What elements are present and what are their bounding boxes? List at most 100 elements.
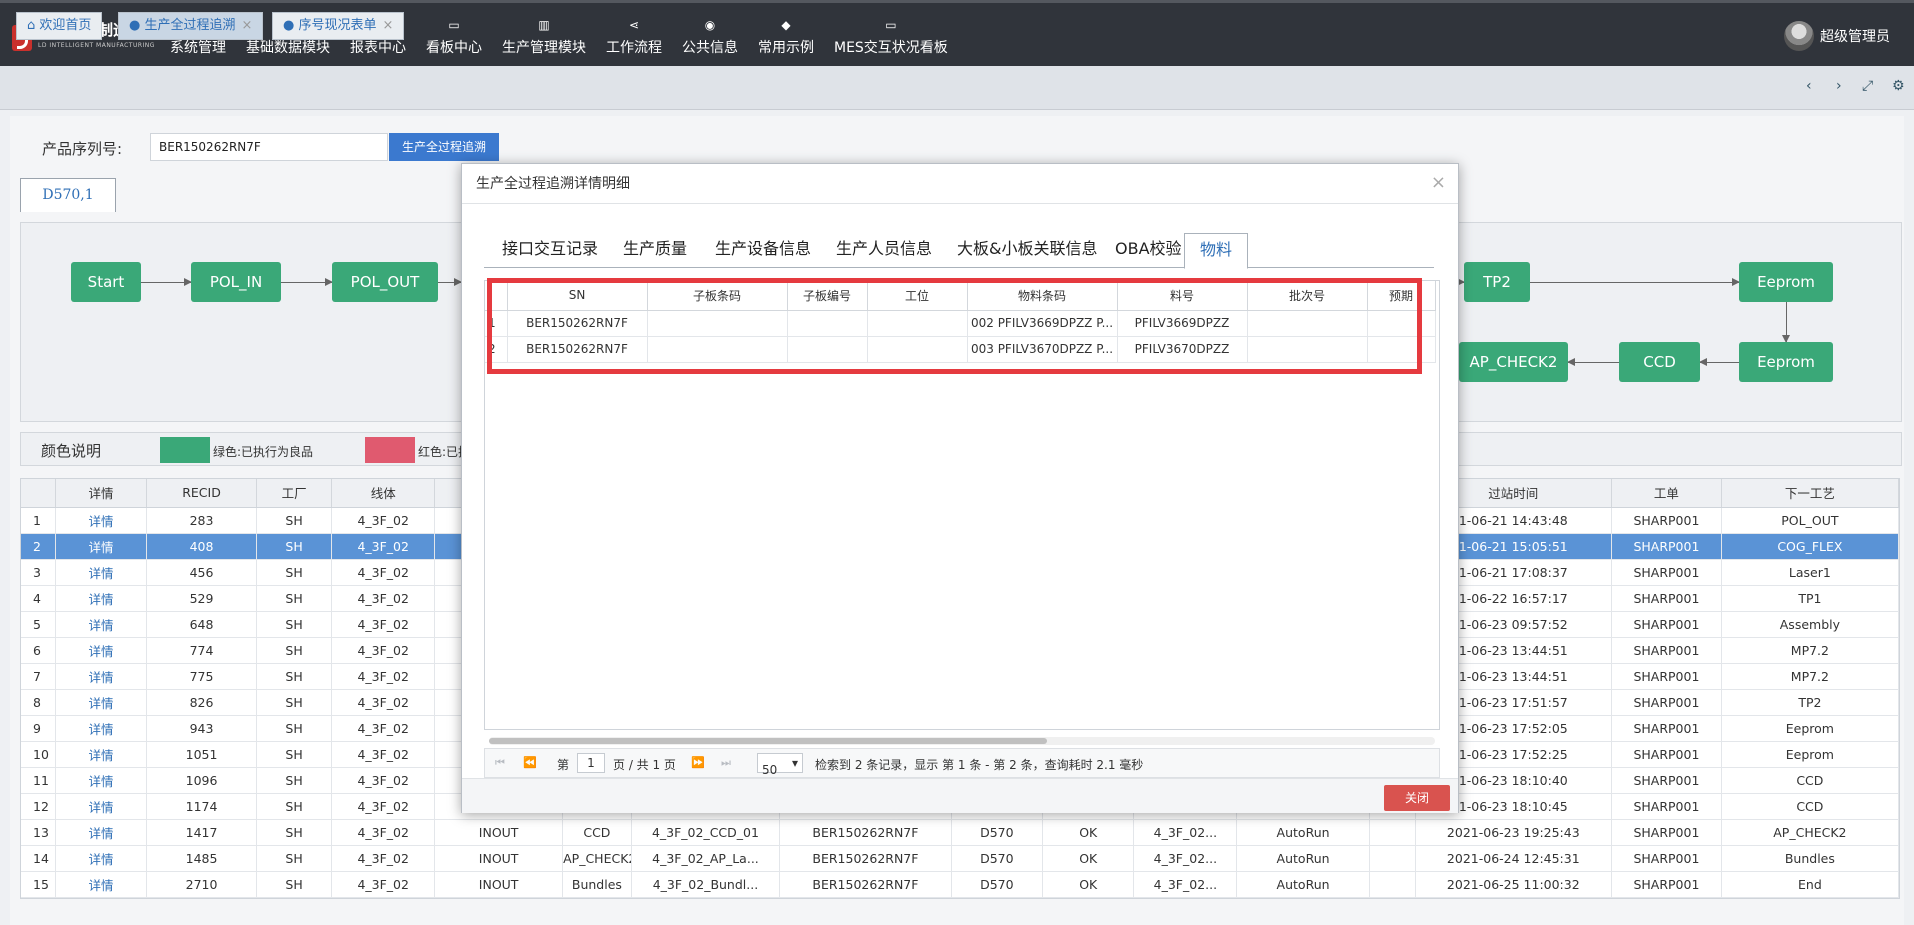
settings-gear-icon[interactable]: ⚙	[1892, 78, 1905, 94]
page-size-select[interactable]: 50 ▾	[757, 753, 803, 777]
tab-interface-records[interactable]: 接口交互记录	[502, 233, 598, 268]
table-cell: SH	[256, 715, 333, 742]
table-cell: 详情	[55, 585, 148, 612]
table-cell: SHARP001	[1611, 663, 1722, 690]
trace-button[interactable]: 生产全过程追溯	[389, 133, 499, 161]
table-cell: SH	[256, 637, 333, 664]
table-cell: 5	[21, 611, 56, 638]
tab-board-relation[interactable]: 大板&小板关联信息	[957, 233, 1097, 268]
table-cell: SH	[256, 507, 333, 534]
serial-number-input[interactable]: BER150262RN7F	[150, 133, 388, 161]
detail-link[interactable]: 详情	[88, 566, 113, 581]
tab-materials[interactable]: 物料	[1184, 233, 1248, 269]
next-page-icon[interactable]: ⏩	[691, 756, 705, 769]
table-row[interactable]: 15 详情 2710 SH 4_3F_02 INOUT Bundles 4_3F_02_Bun…	[21, 871, 1900, 898]
table-cell: 4_3F_02	[331, 663, 436, 690]
table-cell: 7	[21, 663, 56, 690]
detail-link[interactable]: 详情	[88, 670, 113, 685]
detail-link[interactable]: 详情	[88, 618, 113, 633]
table-cell: End	[1721, 871, 1900, 898]
table-cell: 4_3F_02	[331, 689, 436, 716]
detail-link[interactable]: 详情	[88, 592, 113, 607]
table-cell: Assembly	[1721, 611, 1900, 638]
detail-link[interactable]: 详情	[88, 644, 113, 659]
table-cell: SH	[256, 845, 333, 872]
detail-link[interactable]: 详情	[88, 514, 113, 529]
grid-column-header[interactable]: 下一工艺	[1721, 479, 1900, 508]
grid-column-header[interactable]: 工单	[1611, 479, 1722, 508]
table-cell: 4_3F_02	[331, 637, 436, 664]
detail-link[interactable]: 详情	[88, 722, 113, 737]
table-cell	[1369, 845, 1416, 872]
tab-equipment-info[interactable]: 生产设备信息	[715, 233, 811, 268]
legend-swatch-green	[160, 437, 210, 463]
detail-link[interactable]: 详情	[88, 878, 113, 893]
sub-tab-d570[interactable]: D570,1	[20, 178, 116, 212]
nav-item-production[interactable]: ▥ 生产管理模块	[492, 17, 596, 61]
table-row[interactable]: 14 详情 1485 SH 4_3F_02 INOUT AP_CHECK2 4_3F_02_A…	[21, 845, 1900, 872]
nav-item-public-info[interactable]: ◉ 公共信息	[672, 17, 748, 61]
dot-icon: ●	[283, 18, 295, 33]
table-cell: 2021-06-23 19:25:43	[1415, 819, 1613, 846]
close-tab-icon[interactable]: ×	[242, 18, 253, 33]
page-number-input[interactable]: 1	[577, 753, 605, 773]
tab-oba-check[interactable]: OBA校验	[1115, 233, 1182, 268]
table-cell: 2710	[146, 871, 257, 898]
table-cell: SHARP001	[1611, 559, 1722, 586]
scrollbar-thumb[interactable]	[489, 738, 1047, 744]
nav-item-workflow[interactable]: ⋖ 工作流程	[596, 17, 672, 61]
table-cell: 详情	[55, 819, 148, 846]
flow-arrow	[1530, 278, 1740, 286]
detail-link[interactable]: 详情	[88, 800, 113, 815]
table-row[interactable]: 13 详情 1417 SH 4_3F_02 INOUT CCD 4_3F_02_CCD_01 B…	[21, 819, 1900, 846]
table-cell: 6	[21, 637, 56, 664]
detail-link[interactable]: 详情	[88, 852, 113, 867]
bank-icon: ▥	[538, 18, 550, 32]
page-tab-home[interactable]: ⌂ 欢迎首页	[16, 12, 103, 40]
horizontal-scrollbar[interactable]	[489, 737, 1435, 745]
detail-link[interactable]: 详情	[88, 774, 113, 789]
grid-column-header[interactable]	[21, 479, 56, 508]
page-total: 页 / 共 1 页	[613, 758, 676, 772]
close-icon[interactable]: ×	[1431, 172, 1446, 193]
user-menu[interactable]: 超级管理员	[1784, 21, 1890, 51]
modal-title: 生产全过程追溯详情明细	[462, 164, 1458, 204]
detail-link[interactable]: 详情	[88, 540, 113, 555]
grid-column-header[interactable]: 详情	[55, 479, 148, 508]
table-cell: 详情	[55, 741, 148, 768]
trace-detail-modal: 生产全过程追溯详情明细 × 接口交互记录 生产质量 生产设备信息 生产人员信息 …	[461, 163, 1459, 813]
nav-item-mes-board[interactable]: ▭ MES交互状况看板	[824, 17, 958, 61]
table-cell: AP_CHECK2	[1721, 819, 1900, 846]
fullscreen-icon[interactable]: ⤢	[1862, 78, 1873, 94]
close-button[interactable]: 关闭	[1384, 785, 1450, 811]
nav-item-examples[interactable]: ◆ 常用示例	[748, 17, 824, 61]
tabs-prev-icon[interactable]: ‹	[1806, 78, 1812, 94]
table-cell: 4_3F_02_Bundl...	[631, 871, 781, 898]
grid-column-header[interactable]: RECID	[146, 479, 257, 508]
legend-title: 颜色说明	[41, 442, 102, 460]
table-cell: 3	[21, 559, 56, 586]
close-tab-icon[interactable]: ×	[383, 18, 394, 33]
prev-page-icon[interactable]: ⏪	[523, 756, 537, 769]
table-cell: 详情	[55, 715, 148, 742]
first-page-icon[interactable]: ⏮	[495, 756, 505, 770]
table-cell: SH	[256, 611, 333, 638]
tab-production-quality[interactable]: 生产质量	[623, 233, 687, 268]
page-tab-serial-status[interactable]: ● 序号现况表单 ×	[272, 12, 405, 40]
table-cell: CCD	[1721, 767, 1900, 794]
detail-link[interactable]: 详情	[88, 826, 113, 841]
tab-personnel-info[interactable]: 生产人员信息	[836, 233, 932, 268]
grid-column-header[interactable]: 线体	[331, 479, 436, 508]
detail-link[interactable]: 详情	[88, 696, 113, 711]
nav-item-boards[interactable]: ▭ 看板中心	[416, 17, 492, 61]
grid-column-header[interactable]: 工厂	[256, 479, 333, 508]
table-cell: 775	[146, 663, 257, 690]
table-cell: 10	[21, 741, 56, 768]
page-tab-trace[interactable]: ● 生产全过程追溯 ×	[118, 12, 264, 40]
tabs-next-icon[interactable]: ›	[1836, 78, 1842, 94]
detail-link[interactable]: 详情	[88, 748, 113, 763]
table-cell: 4_3F_02...	[1133, 819, 1238, 846]
table-cell: 943	[146, 715, 257, 742]
last-page-icon[interactable]: ⏭	[721, 756, 731, 770]
table-cell: 826	[146, 689, 257, 716]
